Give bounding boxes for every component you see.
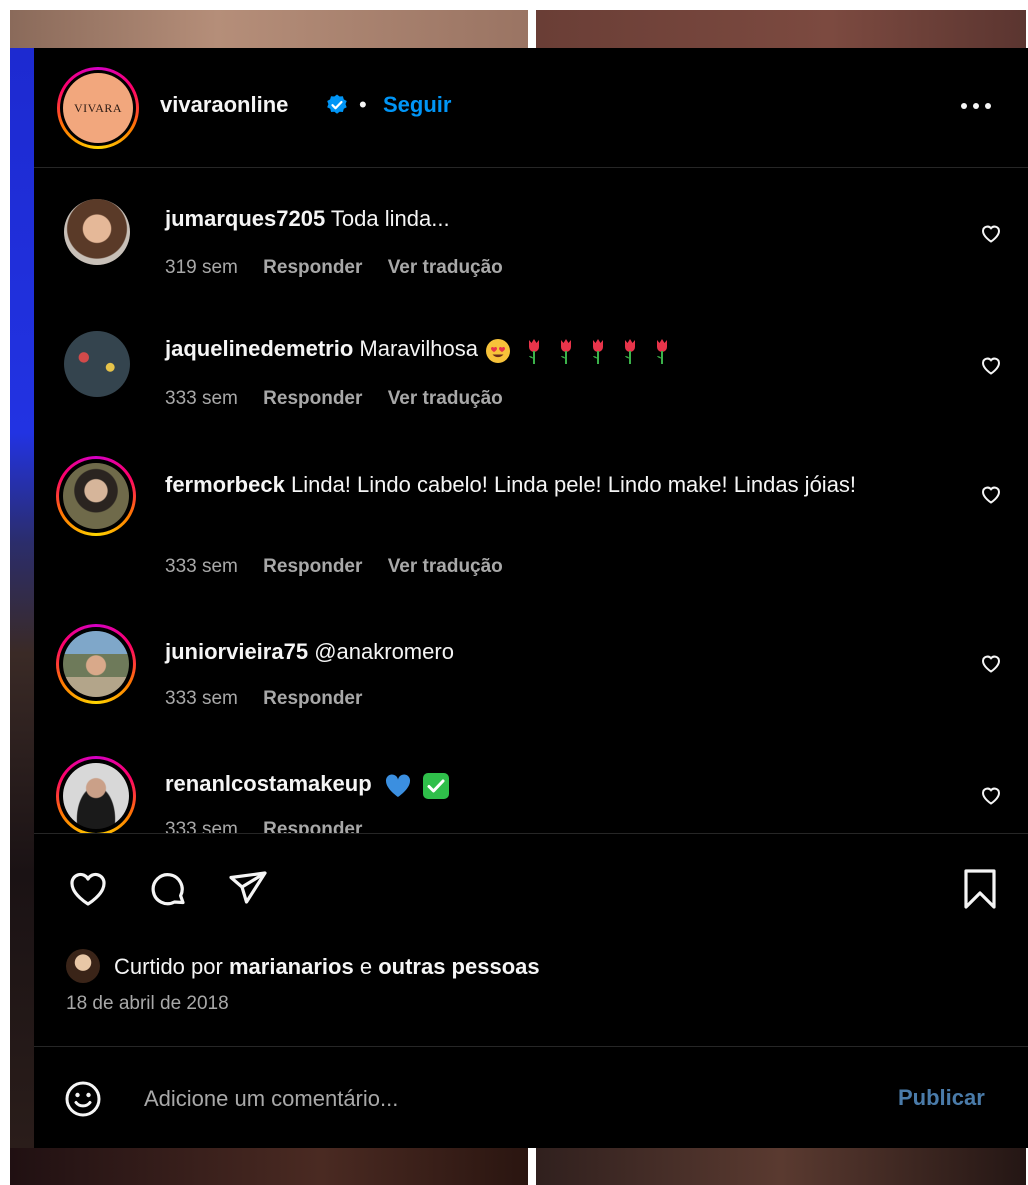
comment-text: juniorvieira75 @anakromero — [165, 634, 905, 670]
comment-meta: 333 sem Responder — [165, 688, 382, 710]
commenter-avatar[interactable] — [64, 331, 130, 397]
reply-button[interactable]: Responder — [263, 388, 362, 409]
liker-username[interactable]: marianarios — [229, 954, 354, 979]
liked-by-prefix: Curtido por — [114, 954, 223, 979]
author-username[interactable]: vivaraonline — [160, 92, 288, 118]
smile-icon[interactable] — [64, 1080, 102, 1118]
vivara-logo: VIVARA — [63, 73, 133, 143]
comment-body: Maravilhosa — [359, 336, 479, 361]
post-date[interactable]: 18 de abril de 2018 — [66, 993, 229, 1015]
comment-text: jumarques7205 Toda linda... — [165, 201, 905, 237]
check-mark-emoji-icon — [422, 773, 449, 800]
commenter-username[interactable]: jumarques7205 — [165, 206, 325, 231]
liker-avatar[interactable] — [66, 949, 100, 983]
commenter-photo — [63, 763, 129, 829]
commenter-username[interactable]: jaquelinedemetrio — [165, 336, 353, 361]
tulip-emoji-icon — [625, 339, 636, 365]
comment-time: 319 sem — [165, 257, 238, 278]
liked-by-others-link[interactable]: outras pessoas — [378, 954, 539, 979]
background-photo-bottom-right — [536, 1148, 1026, 1185]
like-comment-heart-icon[interactable] — [979, 783, 1003, 807]
more-options-icon[interactable] — [958, 94, 994, 118]
comment-time: 333 sem — [165, 688, 238, 709]
blue-heart-emoji-icon — [385, 774, 410, 798]
reply-button[interactable]: Responder — [263, 556, 362, 577]
comment-input[interactable] — [144, 1077, 864, 1121]
follow-button[interactable]: Seguir — [383, 92, 451, 118]
liked-by-conjunction: e — [359, 954, 373, 979]
commenter-photo — [63, 463, 129, 529]
comment-text: fermorbeck Linda! Lindo cabelo! Linda pe… — [165, 467, 905, 503]
comment-meta: 333 sem Responder — [165, 819, 382, 833]
comment-emojis — [484, 332, 678, 368]
comment-text: jaquelinedemetrio Maravilhosa — [165, 331, 905, 368]
comment-time: 333 sem — [165, 388, 238, 409]
background-photo-top-right — [536, 10, 1026, 48]
separator-dot: • — [359, 92, 367, 117]
reply-button[interactable]: Responder — [263, 257, 362, 278]
like-comment-heart-icon[interactable] — [979, 221, 1003, 245]
comments-list[interactable]: jumarques7205 Toda linda... 319 sem Resp… — [34, 169, 1028, 833]
commenter-username[interactable]: fermorbeck — [165, 472, 285, 497]
post-header: VIVARA vivaraonline • Seguir — [34, 48, 1028, 168]
translate-button[interactable]: Ver tradução — [388, 388, 503, 409]
comment-body: Linda! Lindo cabelo! Linda pele! Lindo m… — [290, 472, 857, 497]
like-comment-heart-icon[interactable] — [979, 482, 1003, 506]
comment-emojis — [378, 767, 450, 803]
comment-body: @anakromero — [314, 639, 454, 664]
comment-meta: 333 sem Responder Ver tradução — [165, 556, 523, 578]
add-comment-bar: Publicar — [34, 1046, 1028, 1148]
like-comment-heart-icon[interactable] — [979, 651, 1003, 675]
post-panel: VIVARA vivaraonline • Seguir jumarques72… — [34, 48, 1028, 1148]
like-comment-heart-icon[interactable] — [979, 353, 1003, 377]
verified-badge-icon — [327, 94, 347, 114]
tulip-emoji-icon — [593, 339, 604, 365]
bookmark-icon[interactable] — [958, 867, 1002, 911]
reply-button[interactable]: Responder — [263, 819, 362, 833]
comment-time: 333 sem — [165, 556, 238, 577]
heart-icon[interactable] — [66, 867, 110, 911]
commenter-avatar[interactable] — [64, 199, 130, 265]
comment-meta: 333 sem Responder Ver tradução — [165, 388, 523, 410]
tulip-emoji-icon — [657, 339, 668, 365]
background-photo-top-left — [10, 10, 528, 48]
comment-icon[interactable] — [146, 867, 190, 911]
comment-meta: 319 sem Responder Ver tradução — [165, 257, 523, 279]
author-avatar[interactable]: VIVARA — [57, 67, 139, 149]
background-photo-bottom-left — [10, 1148, 528, 1185]
comment-time: 333 sem — [165, 819, 238, 833]
post-actions: Curtido por marianarios e outras pessoas… — [34, 833, 1028, 1046]
publish-button[interactable]: Publicar — [898, 1085, 985, 1111]
commenter-username[interactable]: renanlcostamakeup — [165, 771, 372, 796]
comment-body: Toda linda... — [330, 206, 450, 231]
commenter-username[interactable]: juniorvieira75 — [165, 639, 308, 664]
heart-eyes-emoji-icon — [486, 339, 511, 364]
comment-text: renanlcostamakeup — [165, 766, 905, 803]
translate-button[interactable]: Ver tradução — [388, 556, 503, 577]
tulip-emoji-icon — [561, 339, 572, 365]
liked-by-summary: Curtido por marianarios e outras pessoas — [114, 954, 540, 980]
tulip-emoji-icon — [529, 339, 540, 365]
background-photo-left — [10, 48, 34, 1148]
commenter-photo — [63, 631, 129, 697]
share-icon[interactable] — [226, 867, 270, 911]
reply-button[interactable]: Responder — [263, 688, 362, 709]
translate-button[interactable]: Ver tradução — [388, 257, 503, 278]
commenter-avatar[interactable] — [56, 624, 136, 704]
commenter-avatar[interactable] — [56, 456, 136, 536]
commenter-avatar[interactable] — [56, 756, 136, 833]
